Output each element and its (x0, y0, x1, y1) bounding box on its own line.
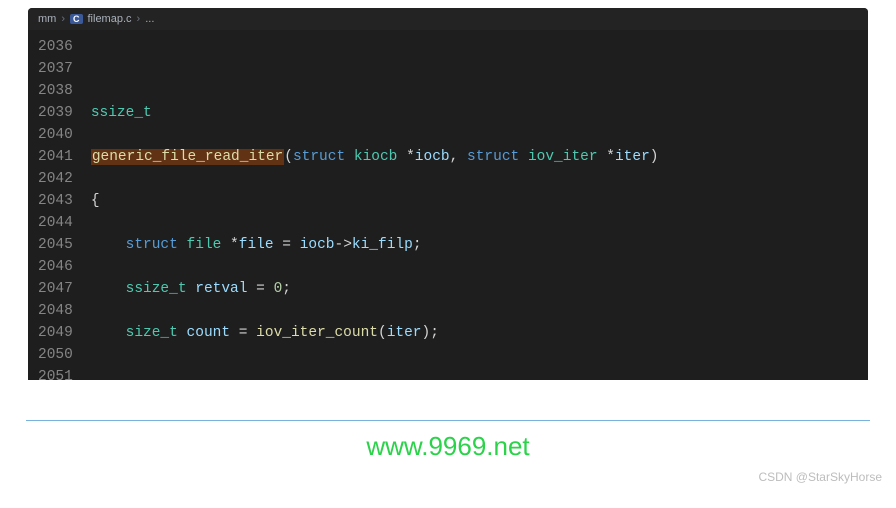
line-number: 2051 (38, 366, 73, 380)
watermark: CSDN @StarSkyHorse (758, 470, 882, 484)
chevron-right-icon: › (61, 13, 65, 25)
line-number: 2050 (38, 344, 73, 366)
code-line[interactable]: generic_file_read_iter(struct kiocb *ioc… (91, 146, 868, 168)
chevron-right-icon: › (137, 13, 141, 25)
line-number: 2048 (38, 300, 73, 322)
breadcrumb-folder[interactable]: mm (38, 13, 56, 25)
breadcrumb[interactable]: mm › C filemap.c › ... (28, 8, 868, 30)
function-name-highlight[interactable]: generic_file_read_iter (91, 149, 284, 165)
footer-url: www.9969.net (0, 431, 896, 462)
line-number: 2047 (38, 278, 73, 300)
line-number: 2036 (38, 36, 73, 58)
code-content[interactable]: ssize_t generic_file_read_iter(struct ki… (91, 30, 868, 380)
line-number: 2049 (38, 322, 73, 344)
code-editor: mm › C filemap.c › ... 2036 2037 2038 20… (28, 8, 868, 380)
c-lang-icon: C (70, 14, 83, 24)
code-line[interactable] (91, 366, 868, 380)
line-number: 2043 (38, 190, 73, 212)
line-number: 2044 (38, 212, 73, 234)
code-area[interactable]: 2036 2037 2038 2039 2040 2041 2042 2043 … (28, 30, 868, 380)
code-line[interactable]: size_t count = iov_iter_count(iter); (91, 322, 868, 344)
line-number: 2042 (38, 168, 73, 190)
line-number-gutter: 2036 2037 2038 2039 2040 2041 2042 2043 … (28, 30, 91, 380)
divider (26, 420, 870, 421)
code-line[interactable]: ssize_t (91, 102, 868, 124)
line-number: 2040 (38, 124, 73, 146)
line-number: 2039 (38, 102, 73, 124)
line-number: 2045 (38, 234, 73, 256)
code-line[interactable]: struct file *file = iocb->ki_filp; (91, 234, 868, 256)
code-line[interactable]: { (91, 190, 868, 212)
line-number: 2038 (38, 80, 73, 102)
line-number: 2046 (38, 256, 73, 278)
breadcrumb-file[interactable]: filemap.c (88, 13, 132, 25)
breadcrumb-ellipsis[interactable]: ... (145, 13, 154, 25)
line-number: 2041 (38, 146, 73, 168)
code-line[interactable] (91, 58, 868, 80)
line-number: 2037 (38, 58, 73, 80)
code-line[interactable]: ssize_t retval = 0; (91, 278, 868, 300)
